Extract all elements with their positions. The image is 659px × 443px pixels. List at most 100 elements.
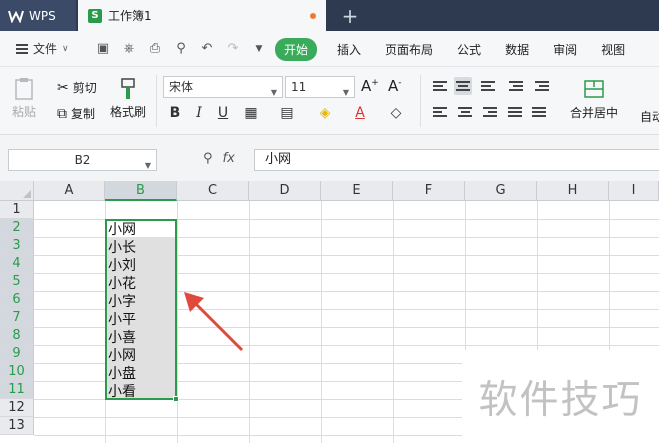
row-header-8[interactable]: 8 [0, 327, 34, 345]
customize-dropdown-icon[interactable]: ▼ [250, 44, 268, 54]
align-bottom-button[interactable] [481, 79, 499, 97]
row-header-2[interactable]: 2 [0, 219, 34, 237]
align-center-button[interactable] [458, 105, 476, 123]
output-icon[interactable]: ⎈ [120, 41, 138, 56]
file-menu[interactable]: 文件 ∨ [0, 40, 88, 57]
paste-button[interactable]: 粘贴 [12, 77, 36, 120]
align-right-button[interactable] [483, 105, 501, 123]
increase-font-button[interactable]: A+ [361, 77, 379, 95]
row-header-6[interactable]: 6 [0, 291, 34, 309]
bold-button[interactable]: B [166, 105, 184, 121]
borders-button[interactable]: ▦ [242, 105, 260, 121]
row-header-9[interactable]: 9 [0, 345, 34, 363]
zoom-search-icon[interactable]: ⚲ [203, 151, 213, 166]
unsaved-dot-icon [310, 13, 316, 19]
copy-label: 复制 [71, 107, 96, 121]
formula-input[interactable]: 小网 [254, 149, 659, 171]
cell-b8[interactable]: 小喜 [108, 329, 174, 347]
column-header-c[interactable]: C [177, 181, 249, 201]
tab-view[interactable]: 视图 [601, 41, 625, 58]
spreadsheet-icon: S [88, 8, 102, 23]
scissors-icon: ✂ [57, 79, 69, 96]
cell-b3[interactable]: 小长 [108, 239, 174, 257]
copy-button[interactable]: ⧉ 复制 [57, 105, 95, 122]
row-header-11[interactable]: 11 [0, 381, 34, 399]
underline-button[interactable]: U [214, 105, 232, 121]
format-painter-button[interactable]: 格式刷 [110, 77, 146, 120]
tab-formulas[interactable]: 公式 [457, 41, 481, 58]
column-header-e[interactable]: E [321, 181, 393, 201]
align-left-button[interactable] [433, 105, 451, 123]
wps-tab-label: WPS [29, 8, 56, 23]
font-family-value: 宋体 [169, 80, 194, 94]
cell-b7[interactable]: 小平 [108, 311, 174, 329]
insert-function-button[interactable]: fx [223, 151, 235, 166]
tab-home[interactable]: 开始 [275, 37, 318, 61]
quick-access-toolbar: ▣ ⎈ ⎙ ⚲ ↶ ↷ ▼ [94, 41, 268, 56]
column-header-d[interactable]: D [249, 181, 321, 201]
hamburger-icon [16, 43, 28, 54]
redo-icon[interactable]: ↷ [224, 41, 242, 56]
tab-insert[interactable]: 插入 [337, 41, 361, 58]
select-all-button[interactable] [0, 181, 34, 201]
column-header-g[interactable]: G [465, 181, 537, 201]
workbook-tab[interactable]: S 工作簿1 [78, 0, 326, 31]
decrease-font-button[interactable]: A- [388, 77, 402, 95]
cut-label: 剪切 [72, 81, 97, 95]
cell-b11[interactable]: 小看 [108, 383, 174, 401]
cut-button[interactable]: ✂ 剪切 [57, 79, 97, 96]
wps-home-tab[interactable]: WPS [0, 0, 76, 31]
auto-wrap-button[interactable]: 自动 [640, 108, 659, 125]
decrease-indent-button[interactable] [509, 79, 527, 97]
new-tab-button[interactable]: + [338, 4, 362, 28]
cell-b6[interactable]: 小字 [108, 293, 174, 311]
row-header-1[interactable]: 1 [0, 201, 34, 219]
increase-indent-button[interactable] [535, 79, 553, 97]
name-box[interactable]: B2 ▼ [8, 149, 157, 171]
row-header-10[interactable]: 10 [0, 363, 34, 381]
font-size-select[interactable]: 11 ▼ [285, 76, 355, 98]
chevron-down-icon: ▼ [144, 161, 151, 170]
brush-icon [121, 78, 135, 99]
row-header-13[interactable]: 13 [0, 417, 34, 435]
align-middle-button[interactable] [454, 77, 472, 95]
font-color-button[interactable]: A [351, 105, 369, 121]
fill-pattern-button[interactable]: ▤ [278, 105, 296, 121]
font-size-value: 11 [291, 80, 307, 94]
tab-page-layout[interactable]: 页面布局 [385, 41, 433, 58]
file-menu-label: 文件 [33, 42, 58, 56]
column-header-h[interactable]: H [537, 181, 609, 201]
cell-b10[interactable]: 小盘 [108, 365, 174, 383]
column-header-f[interactable]: F [393, 181, 465, 201]
row-header-7[interactable]: 7 [0, 309, 34, 327]
print-preview-icon[interactable]: ⚲ [172, 41, 190, 56]
column-header-i[interactable]: I [609, 181, 659, 201]
row-header-4[interactable]: 4 [0, 255, 34, 273]
fill-handle[interactable] [173, 396, 179, 402]
italic-icon: I [196, 105, 202, 121]
undo-icon[interactable]: ↶ [198, 41, 216, 56]
font-family-select[interactable]: 宋体 ▼ [163, 76, 283, 98]
row-header-12[interactable]: 12 [0, 399, 34, 417]
tab-data[interactable]: 数据 [505, 41, 529, 58]
save-icon[interactable]: ▣ [94, 41, 112, 56]
row-header-5[interactable]: 5 [0, 273, 34, 291]
cell-b9[interactable]: 小网 [108, 347, 174, 365]
align-top-button[interactable] [433, 79, 451, 97]
cell-b4[interactable]: 小刘 [108, 257, 174, 275]
tab-review[interactable]: 审阅 [553, 41, 577, 58]
distributed-button[interactable] [532, 105, 550, 123]
paste-label: 粘贴 [12, 105, 37, 119]
fill-color-button[interactable]: ◈ [316, 105, 334, 121]
print-icon[interactable]: ⎙ [146, 41, 164, 56]
clear-button[interactable]: ◇ [387, 105, 405, 121]
justify-button[interactable] [508, 105, 526, 123]
merge-center-button[interactable]: 合并居中 [570, 77, 618, 121]
cell-b5[interactable]: 小花 [108, 275, 174, 293]
column-header-b[interactable]: B [105, 181, 177, 201]
row-header-3[interactable]: 3 [0, 237, 34, 255]
column-header-a[interactable]: A [34, 181, 105, 201]
copy-icon: ⧉ [57, 105, 67, 122]
italic-button[interactable]: I [190, 105, 208, 121]
cell-b2[interactable]: 小网 [108, 221, 174, 239]
